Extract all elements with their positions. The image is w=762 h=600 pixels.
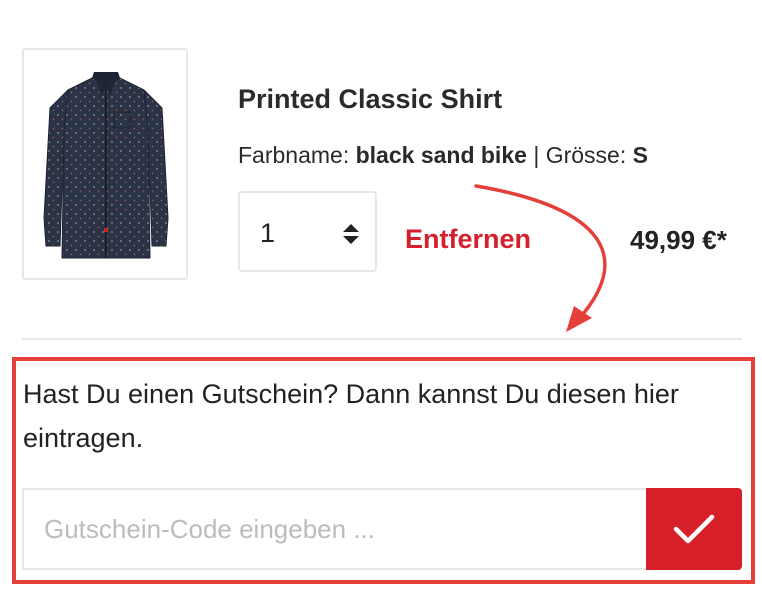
product-image[interactable] bbox=[22, 48, 188, 280]
quantity-select[interactable]: 1 bbox=[238, 191, 377, 272]
item-price: 49,99 €* bbox=[630, 225, 727, 255]
divider bbox=[22, 338, 742, 340]
color-value: black sand bike bbox=[355, 142, 527, 168]
coupon-code-input[interactable] bbox=[22, 488, 648, 570]
quantity-value: 1 bbox=[260, 218, 276, 248]
variant-separator: | bbox=[533, 142, 540, 168]
coupon-prompt: Hast Du einen Gutschein? Dann kannst Du … bbox=[23, 379, 679, 453]
size-label: Grösse: bbox=[545, 142, 627, 168]
remove-link[interactable]: Entfernen bbox=[405, 224, 531, 255]
apply-coupon-button[interactable] bbox=[646, 488, 742, 570]
product-title[interactable]: Printed Classic Shirt bbox=[238, 84, 502, 115]
up-down-chevron-icon bbox=[343, 224, 359, 244]
size-value: S bbox=[632, 142, 648, 168]
shirt-image bbox=[43, 72, 169, 259]
checkmark-icon bbox=[673, 514, 715, 544]
product-variant: Farbname: black sand bike | Grösse: S bbox=[238, 142, 648, 169]
color-label: Farbname: bbox=[238, 142, 350, 168]
